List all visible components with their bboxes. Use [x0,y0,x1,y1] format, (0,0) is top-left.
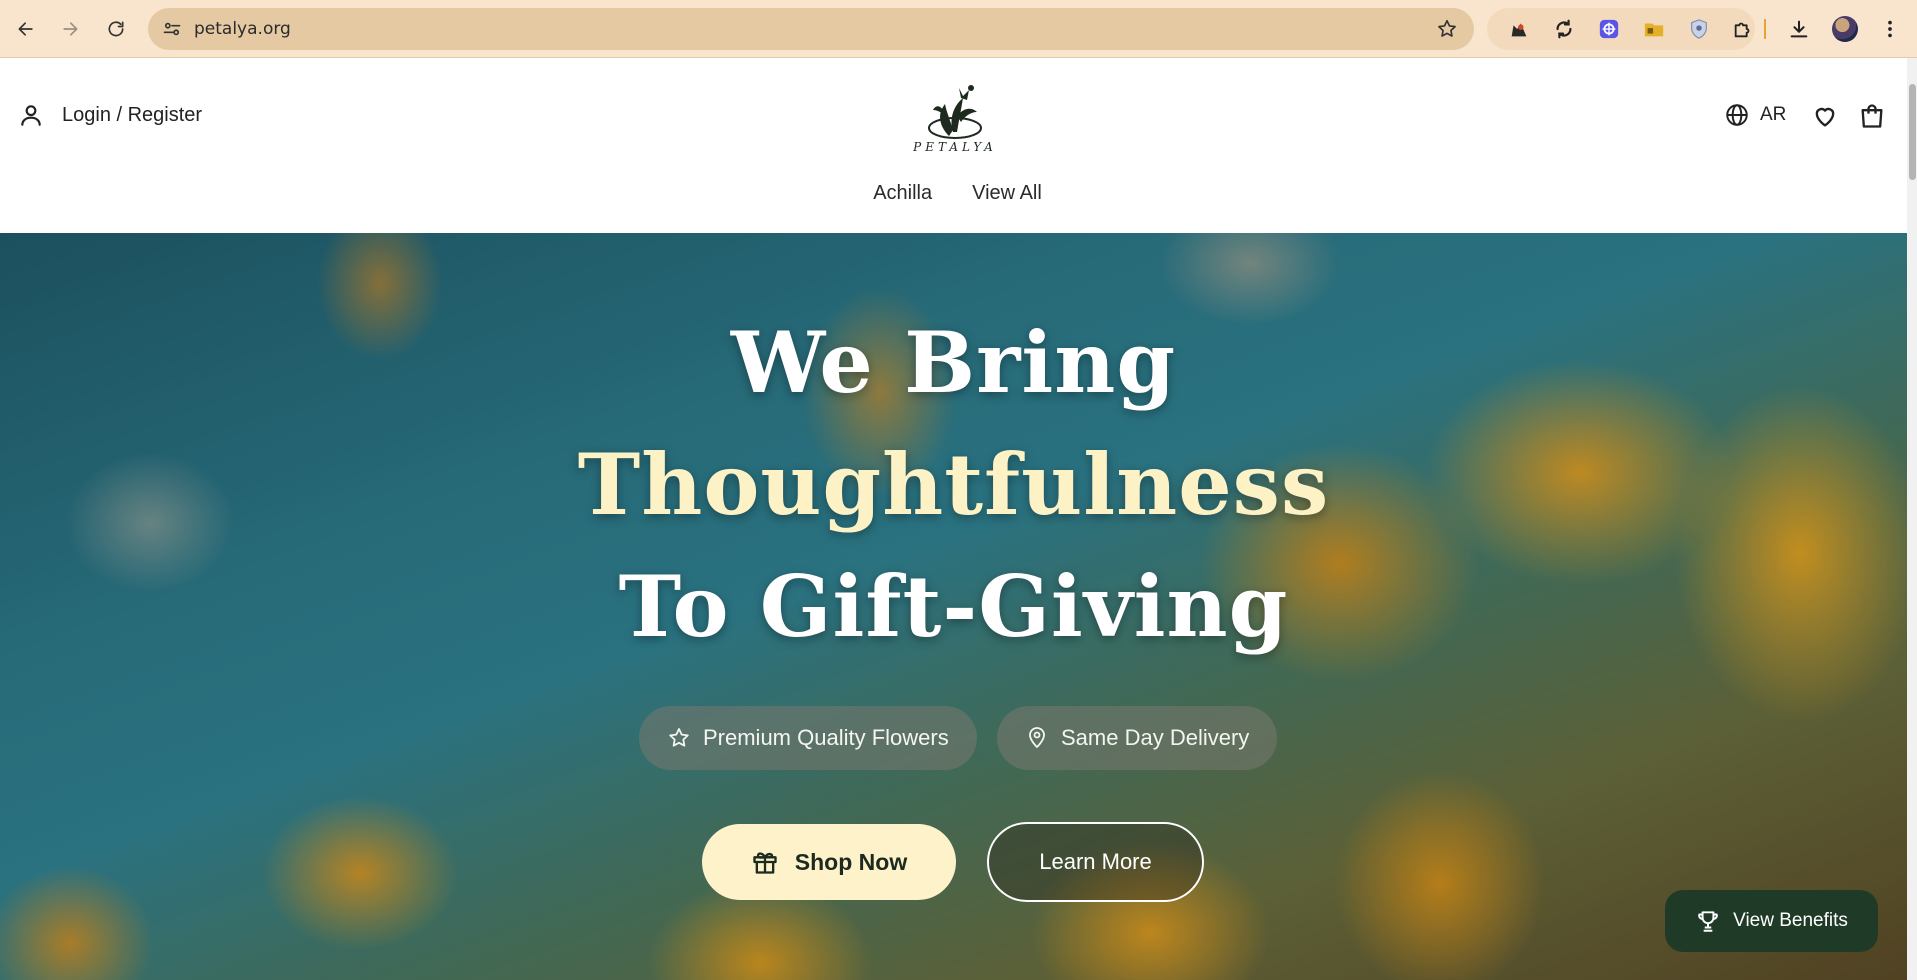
login-label: Login / Register [62,103,203,126]
hero-banner: We Bring Thoughtfulness To Gift-Giving P… [0,233,1907,980]
globe-icon [1726,104,1748,126]
cat-extension-icon [1511,23,1527,37]
shopping-bag-icon [1861,104,1883,128]
star-icon [669,728,689,747]
heart-icon [1815,107,1835,127]
shop-now-button[interactable]: Shop Now [702,824,956,900]
feature-badge-delivery: Same Day Delivery [997,706,1278,770]
extension-4[interactable] [1643,18,1665,40]
logo-wordmark: PETALYA [913,140,997,154]
forward-button[interactable] [55,14,85,44]
folder-extension-icon [1644,23,1664,37]
download-icon [1790,20,1808,38]
page-scrollbar[interactable] [1907,58,1917,980]
hero-title-line-2: Thoughtfulness [577,435,1330,534]
toolbar-separator [1764,19,1766,39]
scrollbar-thumb[interactable] [1909,84,1916,180]
extensions-menu[interactable] [1732,18,1754,40]
user-icon [21,105,41,126]
sync-extension-icon [1556,19,1572,39]
hero-content: We Bring Thoughtfulness To Gift-Giving P… [0,233,1907,980]
extension-5[interactable] [1688,18,1710,40]
login-register-link[interactable]: Login / Register [18,102,202,128]
nav-item-view-all[interactable]: View All [972,182,1042,205]
extensions-bar [1487,8,1755,50]
site-header: Login / Register PETALYA AR Achilla View… [0,58,1907,233]
nav-item-achilla[interactable]: Achilla [873,182,932,205]
reload-button[interactable] [101,14,131,44]
arrow-left-icon [18,22,33,36]
feature-label-quality: Premium Quality Flowers [703,725,949,750]
extension-3[interactable] [1598,18,1620,40]
trophy-icon [1698,911,1718,932]
bookmark-star-icon[interactable] [1436,18,1458,40]
extension-2[interactable] [1553,18,1575,40]
site-settings-icon[interactable] [162,19,182,39]
purple-extension-icon [1599,19,1619,39]
reload-icon [108,21,124,37]
feature-badge-quality: Premium Quality Flowers [639,706,977,770]
language-label: AR [1760,104,1787,125]
hero-title-line-3: To Gift-Giving [618,557,1289,656]
arrow-right-icon [63,22,78,36]
back-button[interactable] [11,14,41,44]
extension-1[interactable] [1508,18,1530,40]
shop-now-label: Shop Now [794,848,908,875]
learn-more-label: Learn More [1039,849,1152,874]
view-benefits-button[interactable]: View Benefits [1665,890,1878,952]
browser-menu-button[interactable] [1877,16,1903,42]
learn-more-button[interactable]: Learn More [987,822,1204,902]
puzzle-icon [1734,22,1750,38]
url-text: petalya.org [194,19,291,39]
feature-label-delivery: Same Day Delivery [1061,725,1250,750]
more-vertical-icon [1888,20,1892,38]
wishlist-button[interactable] [1811,102,1839,130]
language-switcher[interactable]: AR [1724,102,1786,128]
main-navigation: Achilla View All [0,182,1907,205]
address-bar[interactable]: petalya.org [148,8,1474,50]
cart-button[interactable] [1858,102,1886,130]
hero-title-line-1: We Bring [730,313,1177,412]
map-pin-icon [1029,727,1045,749]
gift-icon [753,852,777,874]
downloads-button[interactable] [1786,16,1812,42]
view-benefits-label: View Benefits [1733,910,1848,931]
browser-toolbar: petalya.org [0,0,1917,58]
profile-avatar[interactable] [1832,16,1858,42]
shield-extension-icon [1691,19,1707,39]
